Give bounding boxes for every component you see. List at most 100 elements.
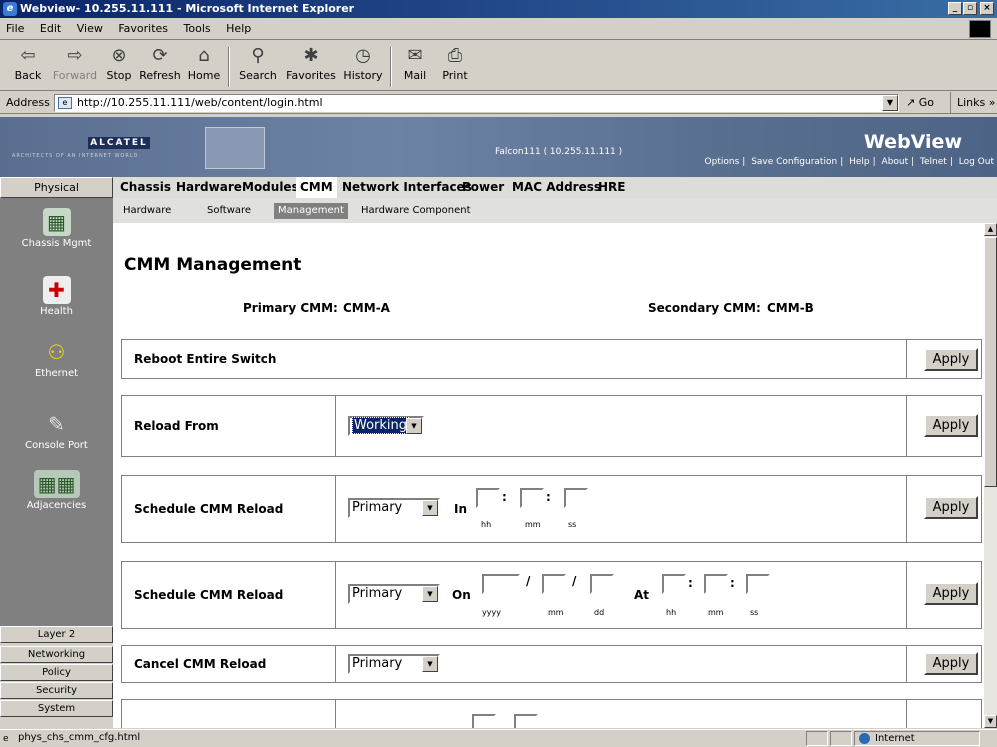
schedule-on-cmm-select[interactable]: Primary ▼: [348, 584, 440, 604]
sidebar-button-networking[interactable]: Networking: [0, 646, 113, 663]
save-configuration-link[interactable]: Save Configuration: [751, 157, 837, 167]
at-seconds-input[interactable]: [746, 574, 770, 594]
at-hours-input[interactable]: [662, 574, 686, 594]
schedule-in-apply-button[interactable]: Apply: [924, 496, 978, 519]
go-button[interactable]: ↗ Go: [906, 92, 934, 114]
reload-from-select[interactable]: Working ▼: [348, 416, 424, 436]
host-name: Falcon111 ( 10.255.11.111 ): [495, 147, 623, 157]
tab-hre[interactable]: HRE: [594, 177, 629, 198]
menu-view[interactable]: View: [77, 22, 103, 35]
on-year-input[interactable]: [482, 574, 520, 594]
in-minutes-input[interactable]: [520, 488, 544, 508]
at-minutes-input[interactable]: [704, 574, 728, 594]
sidebar-item-ethernet[interactable]: ⚇ Ethernet: [0, 338, 113, 379]
schedule-on-row: Schedule CMM Reload Primary ▼ On / / yyyy…: [121, 561, 982, 629]
tab-chassis[interactable]: Chassis: [116, 177, 175, 198]
menu-tools[interactable]: Tools: [184, 22, 211, 35]
reload-apply-button[interactable]: Apply: [924, 414, 978, 437]
stop-icon: ⊗: [111, 45, 127, 66]
adjacencies-icon: ▦▦: [33, 470, 80, 498]
sidebar-item-chassis-mgmt[interactable]: ▦ Chassis Mgmt: [0, 208, 113, 249]
menu-favorites[interactable]: Favorites: [118, 22, 168, 35]
sidebar-item-adjacencies[interactable]: ▦▦ Adjacencies: [0, 470, 113, 511]
page-icon: e: [58, 97, 72, 109]
address-url: http://10.255.11.111/web/content/login.h…: [77, 96, 323, 109]
main-content: CMM Management Primary CMM: CMM-A Second…: [113, 223, 984, 728]
next-row-label: [122, 700, 336, 728]
schedule-on-cell: Primary ▼ On / / yyyy mm dd At : : hh mm …: [336, 562, 907, 628]
cancel-apply-button[interactable]: Apply: [924, 652, 978, 675]
schedule-in-cmm-select[interactable]: Primary ▼: [348, 498, 440, 518]
cancel-reload-cmm-select[interactable]: Primary ▼: [348, 654, 440, 674]
in-seconds-input[interactable]: [564, 488, 588, 508]
stop-button[interactable]: ⊗ Stop: [104, 45, 134, 89]
primary-cmm-label: Primary CMM:: [243, 301, 338, 315]
tab-modules[interactable]: Modules: [238, 177, 303, 198]
on-month-input[interactable]: [542, 574, 566, 594]
favorites-button[interactable]: ✱ Favorites: [282, 45, 340, 89]
logout-link[interactable]: Log Out: [959, 157, 994, 167]
next-row-input-2[interactable]: [514, 714, 538, 728]
next-row-input-1[interactable]: [472, 714, 496, 728]
maximize-button[interactable]: ▫: [963, 2, 977, 15]
sidebar-item-console-port[interactable]: ✎ Console Port: [0, 410, 113, 451]
menu-edit[interactable]: Edit: [40, 22, 61, 35]
tab-power[interactable]: Power: [458, 177, 508, 198]
plug-icon: ✎: [48, 412, 65, 436]
subtab-hardware[interactable]: Hardware: [119, 203, 175, 219]
menu-help[interactable]: Help: [226, 22, 251, 35]
status-page-icon: e: [3, 734, 9, 744]
tab-network-interfaces[interactable]: Network Interfaces: [338, 177, 476, 198]
chassis-icon: ▦: [42, 208, 71, 236]
status-text: phys_chs_cmm_cfg.html: [18, 732, 141, 743]
forward-button[interactable]: ⇨ Forward: [52, 45, 98, 89]
links-button[interactable]: Links »: [950, 92, 995, 114]
mail-button[interactable]: ✉ Mail: [398, 45, 432, 89]
telnet-link[interactable]: Telnet: [920, 157, 947, 167]
help-link[interactable]: Help: [849, 157, 870, 167]
subtab-management[interactable]: Management: [274, 203, 348, 219]
sidebar-button-security[interactable]: Security: [0, 682, 113, 699]
back-button[interactable]: ⇦ Back: [8, 45, 48, 89]
scroll-up-icon[interactable]: ▲: [984, 223, 997, 236]
cancel-apply-cell: Apply: [918, 646, 981, 682]
scroll-down-icon[interactable]: ▼: [984, 715, 997, 728]
reboot-apply-button[interactable]: Apply: [924, 348, 978, 371]
sidebar-item-health[interactable]: ✚ Health: [0, 276, 113, 317]
scroll-thumb[interactable]: [984, 237, 997, 487]
schedule-on-apply-button[interactable]: Apply: [924, 582, 978, 605]
minimize-button[interactable]: _: [948, 2, 962, 15]
refresh-button[interactable]: ⟳ Refresh: [138, 45, 182, 89]
toolbar-separator: [228, 47, 230, 87]
about-link[interactable]: About: [882, 157, 909, 167]
sidebar-button-system[interactable]: System: [0, 700, 113, 717]
in-hours-input[interactable]: [476, 488, 500, 508]
subtab-hardware-component[interactable]: Hardware Component: [357, 203, 475, 219]
network-icon: ⚇: [47, 340, 66, 364]
tab-cmm[interactable]: CMM: [296, 177, 337, 198]
sidebar-button-layer2[interactable]: Layer 2: [0, 626, 113, 643]
vertical-scrollbar[interactable]: ▲ ▼: [984, 223, 997, 728]
on-day-input[interactable]: [590, 574, 614, 594]
physical-tab[interactable]: Physical: [0, 177, 113, 198]
subtab-software[interactable]: Software: [203, 203, 255, 219]
switch-image: [205, 127, 265, 169]
address-dropdown-button[interactable]: ▼: [882, 95, 898, 111]
status-pane: [830, 731, 852, 746]
address-input[interactable]: e http://10.255.11.111/web/content/login…: [54, 94, 899, 112]
tab-mac-address[interactable]: MAC Address: [508, 177, 605, 198]
search-icon: ⚲: [251, 45, 265, 66]
sidebar-button-policy[interactable]: Policy: [0, 664, 113, 681]
menu-file[interactable]: File: [6, 22, 24, 35]
sidebar: ▦ Chassis Mgmt ✚ Health ⚇ Ethernet ✎ Con…: [0, 198, 113, 643]
schedule-in-row: Schedule CMM Reload Primary ▼ In : : hh m…: [121, 475, 982, 543]
tab-hardware[interactable]: Hardware: [172, 177, 246, 198]
cancel-reload-cell: Primary ▼: [336, 646, 907, 682]
print-button[interactable]: ⎙ Print: [438, 45, 472, 89]
home-button[interactable]: ⌂ Home: [186, 45, 222, 89]
close-button[interactable]: ×: [980, 2, 994, 15]
zone-pane: Internet: [854, 731, 980, 746]
search-button[interactable]: ⚲ Search: [236, 45, 280, 89]
history-button[interactable]: ◷ History: [342, 45, 384, 89]
options-link[interactable]: Options: [705, 157, 740, 167]
